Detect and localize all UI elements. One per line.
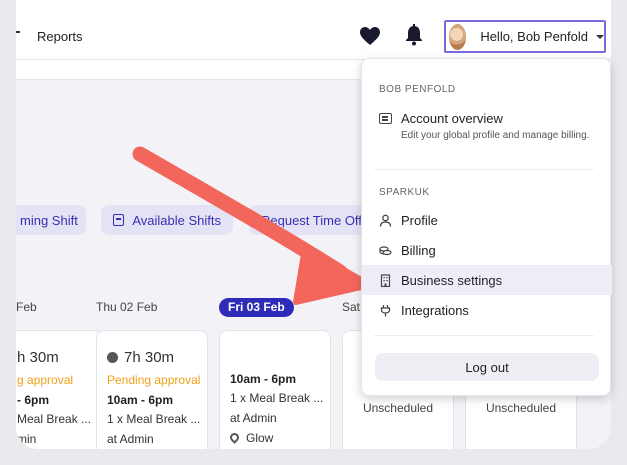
- divider: [374, 169, 594, 170]
- shift-site: Glow: [246, 431, 274, 445]
- user-greeting: Hello, Bob Penfold: [480, 29, 588, 44]
- available-shifts-label: Available Shifts: [132, 212, 221, 228]
- shift-status: g approval: [17, 373, 74, 387]
- menu-item-billing[interactable]: Billing: [362, 235, 612, 265]
- menu-item-label: Billing: [401, 242, 436, 258]
- shift-card[interactable]: 10am - 6pm 1 x Meal Break ... at Admin G…: [219, 330, 331, 449]
- caret-down-icon: [596, 34, 604, 39]
- menu-item-label: Integrations: [401, 302, 469, 318]
- list-icon: [379, 113, 392, 124]
- upcoming-shift-button[interactable]: ming Shift: [16, 205, 86, 235]
- user-menu-button[interactable]: Hello, Bob Penfold: [444, 20, 606, 53]
- calendar-icon: [113, 214, 125, 226]
- shift-break: 1 x Meal Break ...: [230, 391, 324, 405]
- clock-icon: [107, 352, 118, 363]
- shift-location: min: [17, 432, 37, 446]
- nav-item-truncated[interactable]: [16, 31, 20, 33]
- shift-card[interactable]: h 30m g approval - 6pm Meal Break ... mi…: [16, 330, 102, 449]
- shift-hours: h 30m: [17, 349, 59, 366]
- shift-status: Pending approval: [107, 373, 201, 387]
- shift-location: at Admin: [230, 411, 277, 425]
- account-overview-description: Edit your global profile and manage bill…: [401, 130, 590, 141]
- unscheduled-label: Unscheduled: [485, 401, 557, 415]
- menu-item-label: Business settings: [401, 272, 503, 288]
- shift-time: 10am - 6pm: [107, 393, 174, 407]
- bell-icon[interactable]: [405, 24, 423, 46]
- logout-button[interactable]: Log out: [375, 353, 599, 381]
- shift-break: Meal Break ...: [17, 412, 92, 426]
- shift-time: - 6pm: [17, 393, 50, 407]
- coins-icon: [379, 245, 392, 255]
- upcoming-shift-label: ming Shift: [20, 212, 78, 228]
- nav-item-reports[interactable]: Reports: [37, 29, 83, 44]
- unscheduled-label: Unscheduled: [362, 401, 434, 415]
- user-dropdown-menu: BOB PENFOLD Account overview Edit your g…: [361, 58, 612, 396]
- shift-location: at Admin: [107, 432, 154, 446]
- avatar: [449, 23, 467, 50]
- user-section-heading: BOB PENFOLD: [379, 84, 456, 95]
- menu-item-integrations[interactable]: Integrations: [362, 295, 612, 325]
- shift-card[interactable]: 7h 30m Pending approval 10am - 6pm 1 x M…: [96, 330, 208, 449]
- menu-item-profile[interactable]: Profile: [362, 205, 612, 235]
- available-shifts-button[interactable]: Available Shifts: [101, 205, 233, 235]
- top-bar: Reports Hello, Bob Penfold: [16, 0, 611, 60]
- request-time-off-button[interactable]: Request Time Off: [249, 205, 377, 235]
- user-icon: [379, 214, 392, 227]
- account-overview-link[interactable]: Account overview: [401, 111, 503, 126]
- day-label: Feb: [16, 300, 37, 314]
- request-time-off-label: Request Time Off: [261, 212, 362, 228]
- plug-icon: [380, 304, 391, 316]
- menu-item-business-settings[interactable]: Business settings: [362, 265, 612, 295]
- menu-item-label: Profile: [401, 212, 438, 228]
- divider: [374, 335, 594, 336]
- shift-time: 10am - 6pm: [230, 372, 297, 386]
- heart-icon[interactable]: [359, 26, 381, 46]
- org-section-heading: SPARKUK: [379, 187, 430, 198]
- day-label-today: Fri 03 Feb: [219, 298, 294, 317]
- shift-hours: 7h 30m: [124, 349, 175, 366]
- building-icon: [380, 273, 391, 287]
- shift-break: 1 x Meal Break ...: [107, 412, 201, 426]
- shift-site-row: Glow: [228, 431, 274, 445]
- day-label: Thu 02 Feb: [96, 300, 158, 314]
- shift-hours-row: 7h 30m: [107, 349, 174, 366]
- day-label: Sat: [342, 300, 361, 314]
- location-pin-icon: [228, 431, 241, 444]
